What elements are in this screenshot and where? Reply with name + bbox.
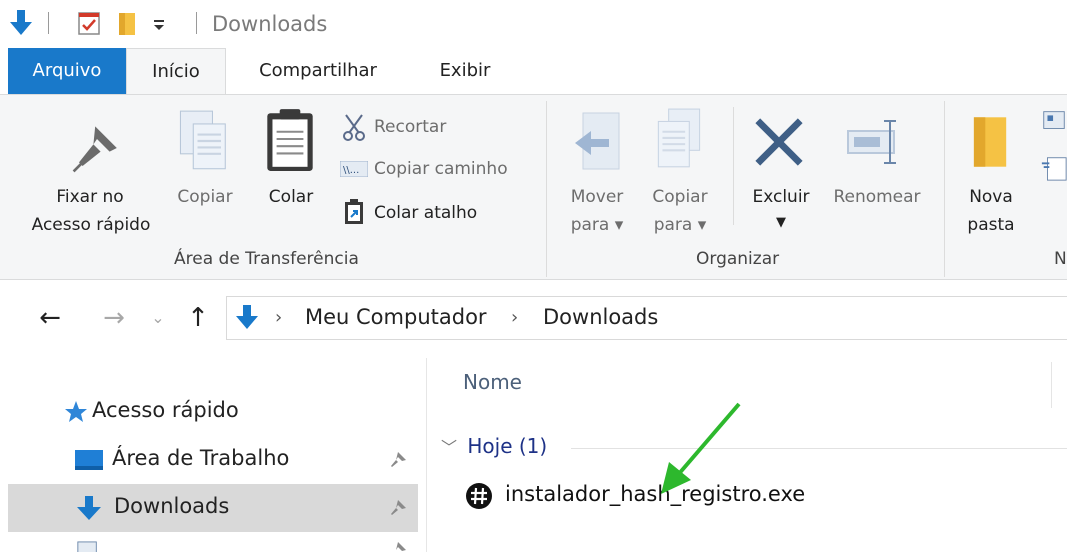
- customize-dropdown-icon[interactable]: [152, 18, 166, 32]
- cut-button[interactable]: Recortar: [374, 113, 446, 141]
- nav-item-downloads[interactable]: Downloads: [8, 484, 418, 532]
- ribbon: Fixar no Acesso rápido Copiar Colar Reco…: [0, 94, 1067, 280]
- clipboard-icon[interactable]: [264, 107, 316, 173]
- file-list: Nome ﹀ Hoje (1) instalador_hash_registro…: [427, 358, 1067, 552]
- hash-exe-icon: [466, 483, 492, 509]
- tab-home[interactable]: Início: [126, 48, 226, 96]
- organize-group-label: Organizar: [696, 249, 780, 269]
- nav-item-documents[interactable]: [8, 534, 418, 552]
- breadcrumb-separator[interactable]: ›: [275, 307, 282, 328]
- copy-to-button[interactable]: para ▾: [640, 211, 720, 239]
- scissors-icon[interactable]: [342, 113, 366, 141]
- column-header-name[interactable]: Nome: [463, 370, 522, 394]
- recent-locations-button[interactable]: ⌄: [140, 300, 176, 336]
- tab-share[interactable]: Compartilhar: [240, 48, 396, 94]
- annotation-arrow-icon: [661, 402, 741, 494]
- move-to-label-1: Mover: [570, 187, 624, 207]
- forward-button[interactable]: →: [96, 300, 132, 336]
- new-group-label: N: [1054, 249, 1067, 269]
- breadcrumb-my-computer[interactable]: Meu Computador: [305, 305, 487, 329]
- tab-file[interactable]: Arquivo: [8, 48, 126, 94]
- downloads-location-icon: [236, 305, 258, 329]
- title-separator: [196, 12, 197, 34]
- pin-icon[interactable]: [388, 540, 408, 552]
- download-arrow-icon: [77, 496, 101, 520]
- paste-shortcut-icon[interactable]: [344, 199, 364, 225]
- rename-icon[interactable]: [846, 117, 906, 167]
- pin-icon: [72, 126, 117, 173]
- new-folder-icon[interactable]: [118, 12, 136, 36]
- nav-label: Área de Trabalho: [112, 446, 290, 470]
- easy-access-icon[interactable]: [1040, 153, 1067, 183]
- svg-text:\\...: \\...: [343, 165, 359, 176]
- star-icon: [65, 401, 87, 422]
- copy-icon[interactable]: [178, 109, 232, 173]
- breadcrumb-downloads[interactable]: Downloads: [543, 305, 658, 329]
- column-divider[interactable]: [1051, 362, 1052, 408]
- group-divider: [546, 101, 547, 277]
- copy-path-button[interactable]: Copiar caminho: [374, 155, 508, 183]
- move-to-icon[interactable]: [572, 109, 624, 173]
- pin-label-2: Acesso rápido: [31, 215, 151, 235]
- window-title: Downloads: [212, 12, 328, 36]
- new-folder-button[interactable]: pasta: [956, 211, 1026, 239]
- address-bar-row: ← → ⌄ ↑ › Meu Computador › Downloads: [0, 280, 1067, 358]
- new-folder-large-icon[interactable]: [972, 113, 1010, 171]
- pin-icon[interactable]: [388, 450, 408, 470]
- back-button[interactable]: ←: [32, 300, 68, 336]
- tab-view[interactable]: Exibir: [420, 48, 510, 94]
- group-header-today[interactable]: ﹀ Hoje (1): [441, 434, 547, 458]
- up-button[interactable]: ↑: [180, 300, 216, 336]
- title-bar: Downloads: [0, 0, 1067, 48]
- navigation-pane: Acesso rápido Área de Trabalho Downloads: [0, 358, 426, 552]
- ribbon-tabs: Arquivo Início Compartilhar Exibir: [0, 48, 1067, 96]
- group-divider-line: [571, 448, 1067, 449]
- pin-label-1: Fixar no: [56, 187, 124, 207]
- desktop-icon: [75, 450, 103, 470]
- pin-icon[interactable]: [388, 498, 408, 518]
- nav-label: Acesso rápido: [92, 398, 239, 422]
- nav-item-quick-access[interactable]: Acesso rápido: [8, 388, 418, 436]
- new-folder-label-1: Nova: [969, 187, 1013, 207]
- group-divider: [944, 101, 945, 277]
- nav-item-desktop[interactable]: Área de Trabalho: [8, 436, 418, 484]
- copy-path-icon[interactable]: \\...: [340, 161, 368, 177]
- delete-dropdown-icon[interactable]: ▼: [766, 209, 796, 237]
- properties-check-icon[interactable]: [78, 11, 100, 35]
- new-item-icon[interactable]: [1040, 109, 1067, 133]
- downloads-arrow-icon[interactable]: [8, 8, 34, 38]
- chevron-down-icon[interactable]: ﹀: [441, 438, 457, 457]
- toolbar-separator: [48, 12, 49, 34]
- rename-button[interactable]: Renomear: [824, 183, 930, 211]
- breadcrumb-separator[interactable]: ›: [511, 307, 518, 328]
- move-to-button[interactable]: para ▾: [560, 211, 634, 239]
- group-label: Hoje (1): [467, 434, 548, 458]
- organize-divider: [733, 107, 734, 225]
- paste-shortcut-button[interactable]: Colar atalho: [374, 199, 477, 227]
- copy-button[interactable]: Copiar: [168, 183, 242, 211]
- delete-button[interactable]: Excluir: [742, 183, 820, 211]
- paste-button[interactable]: Colar: [256, 183, 326, 211]
- copy-to-label-1: Copiar: [652, 187, 708, 207]
- delete-x-icon[interactable]: [752, 115, 806, 169]
- nav-label: Downloads: [114, 494, 230, 518]
- documents-icon: [77, 541, 97, 552]
- copy-to-icon[interactable]: [654, 107, 706, 173]
- clipboard-group-label: Área de Transferência: [174, 249, 359, 269]
- address-box[interactable]: › Meu Computador › Downloads: [226, 296, 1067, 340]
